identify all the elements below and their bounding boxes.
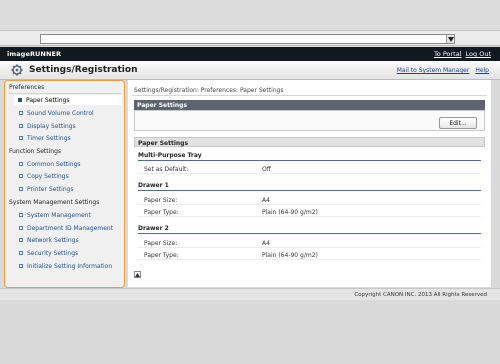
back-to-top-button[interactable] xyxy=(134,271,141,278)
sidebar-section-system-management: System Management Settings xyxy=(9,199,100,206)
sidebar-item-timer-settings[interactable]: Timer Settings xyxy=(19,133,71,143)
sidebar-item-display-settings[interactable]: Display Settings xyxy=(19,121,76,131)
sidebar-item-sound-volume-control[interactable]: Sound Volume Control xyxy=(19,108,94,118)
sidebar-divider xyxy=(9,93,121,94)
breadcrumb-divider xyxy=(132,95,487,96)
empty-area xyxy=(0,300,500,364)
brand-logo: imageRUNNER xyxy=(7,50,62,58)
bullet-icon xyxy=(19,213,23,217)
sidebar-item-security-settings[interactable]: Security Settings xyxy=(19,248,78,258)
sidebar-item-initialize-setting-information[interactable]: Initialize Setting Information xyxy=(19,261,112,271)
drawer-2-heading: Drawer 2 xyxy=(138,225,481,234)
page-title: Settings/Registration xyxy=(29,65,138,75)
edit-button[interactable]: Edit... xyxy=(439,117,477,129)
bullet-icon xyxy=(19,251,23,255)
mp-tray-default-row: Set as Default: Off xyxy=(138,165,481,174)
sidebar-item-network-settings[interactable]: Network Settings xyxy=(19,235,79,245)
bullet-icon xyxy=(19,238,23,242)
to-portal-link[interactable]: To Portal xyxy=(434,50,462,58)
sidebar-section-function-settings: Function Settings xyxy=(9,148,62,155)
chevron-down-icon xyxy=(447,36,454,42)
bullet-icon xyxy=(19,162,23,166)
row-value: Plain (64-90 g/m2) xyxy=(262,209,318,216)
drawer-2-type-row: Paper Type: Plain (64-90 g/m2) xyxy=(138,251,481,260)
sidebar-item-printer-settings[interactable]: Printer Settings xyxy=(19,184,73,194)
sidebar-item-copy-settings[interactable]: Copy Settings xyxy=(19,171,69,181)
sidebar-item-system-management[interactable]: System Management xyxy=(19,210,91,220)
header-links: To Portal Log Out xyxy=(434,50,491,58)
bullet-icon xyxy=(19,124,23,128)
row-value: A4 xyxy=(262,197,270,204)
sidebar-section-preferences: Preferences xyxy=(9,84,45,91)
mail-system-manager-link[interactable]: Mail to System Manager xyxy=(397,67,470,74)
bullet-icon xyxy=(19,111,23,115)
sidebar-item-department-id-management[interactable]: Department ID Management xyxy=(19,223,113,233)
row-label: Paper Type: xyxy=(144,252,179,259)
row-value: A4 xyxy=(262,240,270,247)
drawer-1-size-row: Paper Size: A4 xyxy=(138,196,481,205)
bullet-icon xyxy=(18,98,22,102)
address-dropdown-button[interactable] xyxy=(446,35,454,43)
bullet-icon xyxy=(19,136,23,140)
footer: Copyright CANON INC. 2013 All Rights Res… xyxy=(0,288,500,300)
arrow-up-icon xyxy=(135,272,140,277)
bullet-icon xyxy=(19,264,23,268)
row-label: Paper Size: xyxy=(144,197,178,204)
help-link[interactable]: Help xyxy=(475,67,489,74)
drawer-1-type-row: Paper Type: Plain (64-90 g/m2) xyxy=(138,208,481,217)
row-label: Paper Type: xyxy=(144,209,179,216)
sidebar: Preferences Paper Settings Sound Volume … xyxy=(4,80,125,288)
drawer-1-heading: Drawer 1 xyxy=(138,182,481,191)
paper-settings-section-header: Paper Settings xyxy=(134,137,485,147)
bullet-icon xyxy=(19,187,23,191)
breadcrumb: Settings/Registration: Preferences: Pape… xyxy=(134,87,284,94)
paper-settings-panel-header: Paper Settings xyxy=(134,100,485,110)
sidebar-item-paper-settings[interactable]: Paper Settings xyxy=(14,95,122,105)
sidebar-item-common-settings[interactable]: Common Settings xyxy=(19,159,81,169)
paper-settings-panel-body: Edit... xyxy=(134,110,485,131)
bullet-icon xyxy=(19,226,23,230)
drawer-2-size-row: Paper Size: A4 xyxy=(138,239,481,248)
settings-gear-icon xyxy=(11,64,23,76)
row-value: Plain (64-90 g/m2) xyxy=(262,252,318,259)
bullet-icon xyxy=(19,174,23,178)
top-header: imageRUNNER To Portal Log Out xyxy=(0,47,500,61)
address-bar[interactable] xyxy=(40,34,455,44)
row-value: Off xyxy=(262,166,271,173)
title-bar: Settings/Registration Mail to System Man… xyxy=(0,61,500,80)
log-out-link[interactable]: Log Out xyxy=(466,50,491,58)
row-label: Set as Default: xyxy=(144,166,189,173)
copyright-text: Copyright CANON INC. 2013 All Rights Res… xyxy=(354,292,487,298)
browser-toolbar xyxy=(0,0,500,31)
row-label: Paper Size: xyxy=(144,240,178,247)
main-content: Settings/Registration: Preferences: Pape… xyxy=(128,80,491,287)
multi-purpose-tray-heading: Multi-Purpose Tray xyxy=(138,152,481,161)
title-bar-links: Mail to System Manager Help xyxy=(397,67,489,74)
